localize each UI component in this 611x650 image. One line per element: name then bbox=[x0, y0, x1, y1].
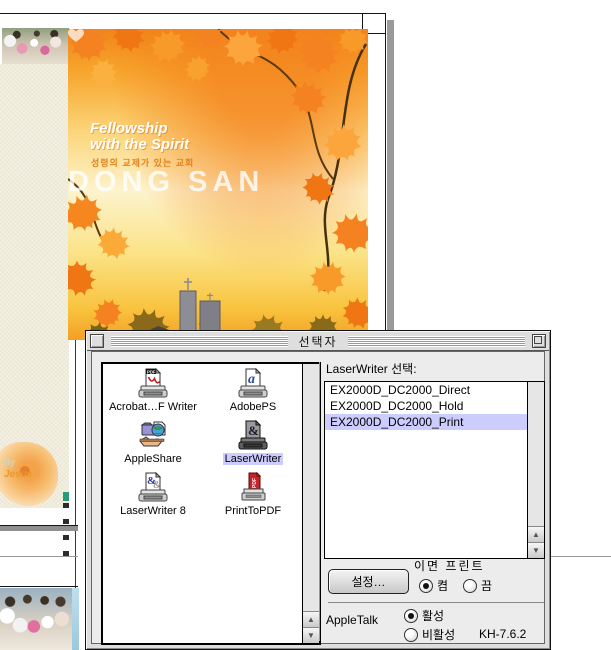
printer-rows: EX2000D_DC2000_Direct EX2000D_DC2000_Hol… bbox=[325, 382, 528, 558]
device-label: LaserWriter 8 bbox=[118, 505, 188, 517]
device-label: AdobePS bbox=[228, 401, 278, 413]
fellowship-title-line2: with the Spirit bbox=[90, 137, 189, 153]
device-label-selected: LaserWriter bbox=[223, 453, 284, 465]
children-photo-bottom-sky-strip bbox=[72, 588, 79, 650]
svg-text:a: a bbox=[248, 372, 255, 387]
appletalk-inactive-option[interactable]: 비활성 bbox=[404, 626, 455, 643]
background-print-off-option[interactable]: 끔 bbox=[463, 577, 492, 594]
chooser-window: 선택자 PDF bbox=[85, 330, 551, 650]
flower-text-fragment-1: nly bbox=[2, 458, 15, 467]
appletalk-active-option[interactable]: 활성 bbox=[404, 607, 444, 624]
radio-on-icon[interactable] bbox=[419, 579, 433, 593]
printtopdf-icon: PDF bbox=[236, 472, 270, 504]
printer-list: EX2000D_DC2000_Direct EX2000D_DC2000_Hol… bbox=[324, 381, 545, 559]
scroll-down-icon[interactable]: ▼ bbox=[303, 627, 319, 643]
svg-text:PDF: PDF bbox=[252, 478, 258, 488]
vertical-caption-marks bbox=[63, 492, 69, 564]
page2-margin-line-right bbox=[550, 556, 611, 557]
laserwriter-icon: & bbox=[236, 420, 270, 452]
background-print-off-label: 끔 bbox=[481, 577, 492, 594]
scroll-up-icon[interactable]: ▲ bbox=[303, 611, 319, 627]
section-divider bbox=[319, 362, 320, 641]
printer-row[interactable]: EX2000D_DC2000_Hold bbox=[325, 398, 528, 414]
device-adobeps[interactable]: a AdobePS bbox=[203, 368, 303, 420]
device-label: AppleShare bbox=[122, 453, 184, 465]
background-print-label: 이면 프린트 bbox=[414, 557, 485, 574]
radio-off-icon[interactable] bbox=[404, 628, 418, 642]
background-print-on-option[interactable]: 켬 bbox=[419, 577, 448, 594]
chooser-content: PDF Acrobat…F Writer a bbox=[91, 351, 545, 644]
setup-button[interactable]: 설정… bbox=[328, 569, 409, 594]
appletalk-label: AppleTalk bbox=[326, 613, 378, 627]
zoom-box-icon[interactable] bbox=[532, 334, 546, 348]
appleshare-icon bbox=[136, 420, 170, 452]
printer-row-selected[interactable]: EX2000D_DC2000_Print bbox=[325, 414, 528, 430]
laserwriter8-icon: & & bbox=[136, 472, 170, 504]
svg-text:&: & bbox=[248, 423, 259, 438]
version-text: KH-7.6.2 bbox=[479, 627, 526, 641]
device-label: PrintToPDF bbox=[223, 505, 283, 517]
left-page-edge bbox=[75, 335, 76, 588]
background-print-on-label: 켬 bbox=[437, 577, 448, 594]
acrobat-pdfwriter-icon: PDF bbox=[136, 368, 170, 400]
svg-text:PDF: PDF bbox=[147, 369, 156, 374]
page-drop-shadow bbox=[387, 20, 394, 331]
appletalk-inactive-label: 비활성 bbox=[422, 626, 455, 643]
adobeps-icon: a bbox=[236, 368, 270, 400]
device-grid: PDF Acrobat…F Writer a bbox=[103, 364, 303, 643]
titlebar-stripes-left bbox=[111, 336, 288, 347]
page2-content-line bbox=[0, 586, 78, 587]
radio-off-icon[interactable] bbox=[463, 579, 477, 593]
left-page-texture: nly Jesus bbox=[0, 64, 69, 508]
appletalk-active-label: 활성 bbox=[422, 607, 444, 624]
radio-on-icon[interactable] bbox=[404, 609, 418, 623]
printer-list-label: LaserWriter 선택: bbox=[326, 360, 417, 377]
screen: nly Jesus bbox=[0, 0, 611, 650]
page-right-edge bbox=[385, 13, 386, 331]
window-title: 선택자 bbox=[292, 333, 343, 350]
children-photo-top bbox=[2, 28, 69, 65]
cover-artwork: Fellowship with the Spirit 성령의 교제가 있는 교회… bbox=[68, 29, 368, 340]
fellowship-title-line1: Fellowship bbox=[90, 121, 168, 137]
printer-row[interactable]: EX2000D_DC2000_Direct bbox=[325, 382, 528, 398]
dong-san-title: DONG SAN bbox=[68, 166, 264, 199]
heart-icon bbox=[68, 29, 84, 43]
device-appleshare[interactable]: AppleShare bbox=[103, 420, 203, 472]
titlebar-stripes-right bbox=[348, 336, 525, 347]
scroll-up-icon[interactable]: ▲ bbox=[528, 526, 544, 542]
close-box-icon[interactable] bbox=[90, 334, 104, 348]
device-panel: PDF Acrobat…F Writer a bbox=[101, 362, 321, 645]
flower-text-fragment-2: Jesus bbox=[4, 470, 32, 480]
device-laserwriter8[interactable]: & & LaserWriter 8 bbox=[103, 472, 203, 524]
printer-list-scrollbar[interactable]: ▲ ▼ bbox=[527, 382, 544, 558]
appletalk-separator bbox=[328, 602, 544, 603]
device-laserwriter[interactable]: & LaserWriter bbox=[203, 420, 303, 472]
device-panel-scrollbar[interactable]: ▲ ▼ bbox=[302, 364, 319, 643]
children-photo-bottom bbox=[0, 588, 72, 650]
device-label: Acrobat…F Writer bbox=[107, 401, 199, 413]
window-titlebar[interactable]: 선택자 bbox=[87, 332, 549, 351]
svg-text:&: & bbox=[153, 480, 161, 491]
device-acrobat-pdfwriter[interactable]: PDF Acrobat…F Writer bbox=[103, 368, 203, 420]
page-guide-top bbox=[0, 13, 386, 14]
device-printtopdf[interactable]: PDF PrintToPDF bbox=[203, 472, 303, 524]
scroll-down-icon[interactable]: ▼ bbox=[528, 542, 544, 558]
